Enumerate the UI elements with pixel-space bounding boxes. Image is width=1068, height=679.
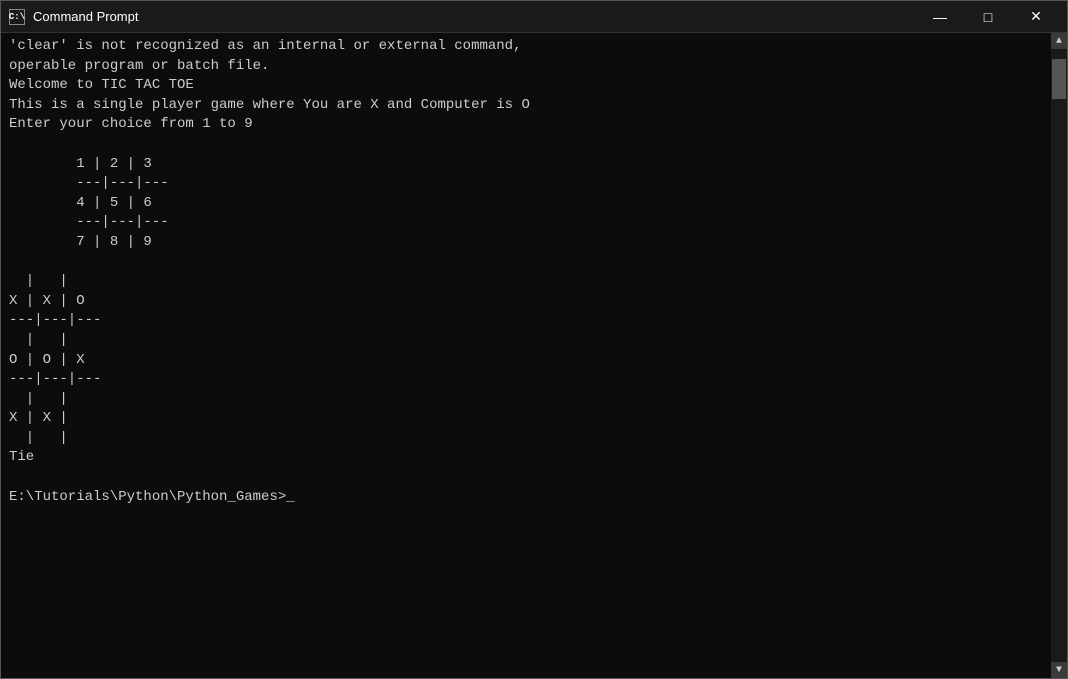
close-button[interactable]: ✕ bbox=[1013, 2, 1059, 32]
scrollbar[interactable]: ▲ ▼ bbox=[1051, 33, 1067, 678]
maximize-button[interactable]: □ bbox=[965, 2, 1011, 32]
scroll-up-button[interactable]: ▲ bbox=[1051, 33, 1067, 49]
scroll-down-button[interactable]: ▼ bbox=[1051, 662, 1067, 678]
window-title: Command Prompt bbox=[33, 9, 138, 24]
terminal-output[interactable]: 'clear' is not recognized as an internal… bbox=[1, 33, 1051, 678]
title-bar: C:\ Command Prompt — □ ✕ bbox=[1, 1, 1067, 33]
scrollbar-track[interactable] bbox=[1051, 49, 1067, 662]
command-prompt-window: C:\ Command Prompt — □ ✕ 'clear' is not … bbox=[0, 0, 1068, 679]
scrollbar-thumb[interactable] bbox=[1052, 59, 1066, 99]
cmd-icon: C:\ bbox=[9, 9, 25, 25]
title-bar-controls: — □ ✕ bbox=[917, 2, 1059, 32]
minimize-button[interactable]: — bbox=[917, 2, 963, 32]
terminal-body: 'clear' is not recognized as an internal… bbox=[1, 33, 1067, 678]
title-bar-left: C:\ Command Prompt bbox=[9, 9, 138, 25]
